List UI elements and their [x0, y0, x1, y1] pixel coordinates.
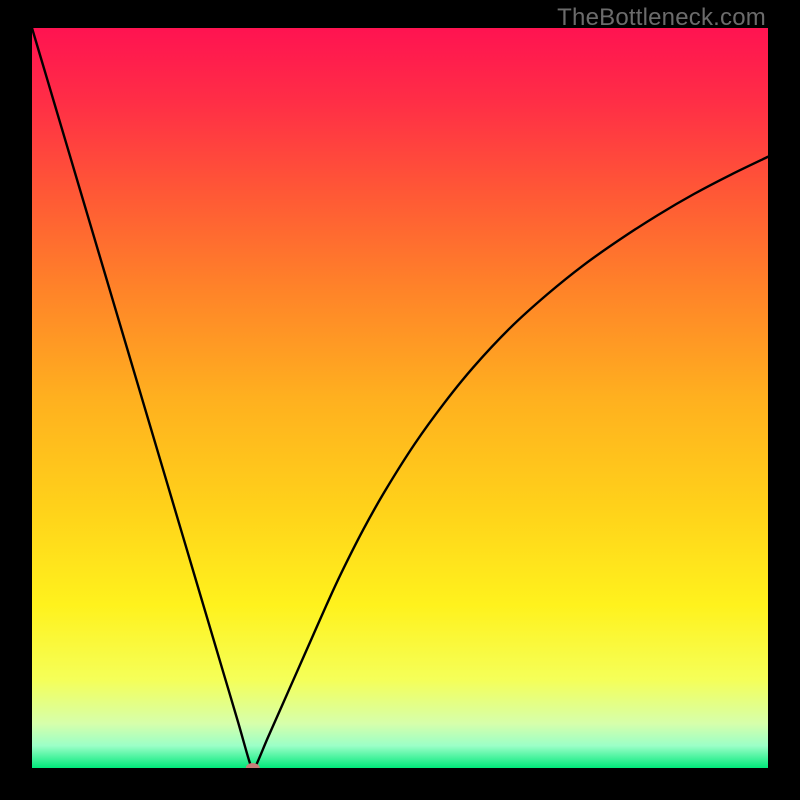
chart-frame — [32, 28, 768, 768]
bottleneck-chart — [32, 28, 768, 768]
watermark: TheBottleneck.com — [557, 4, 766, 32]
